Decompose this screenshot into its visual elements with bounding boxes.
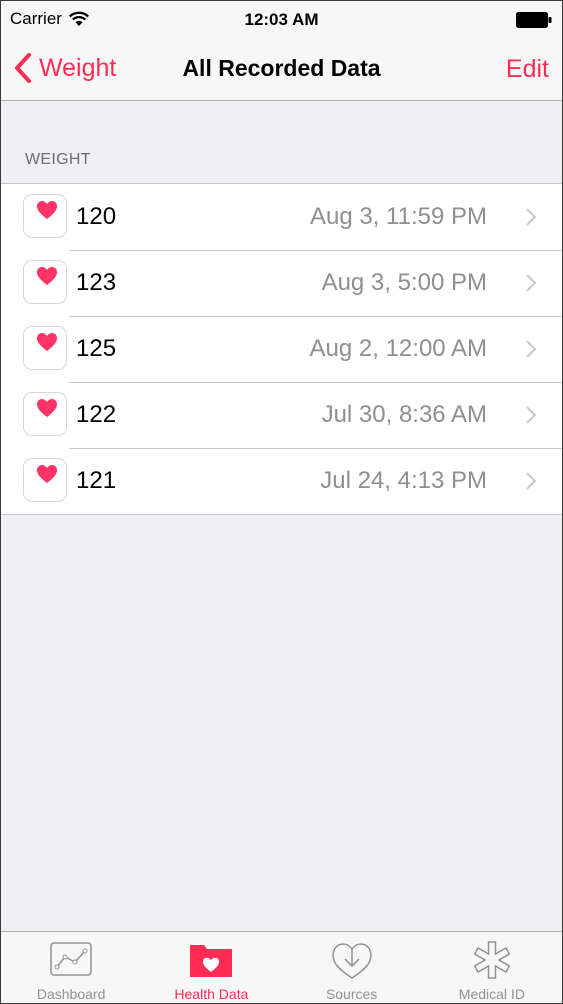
tab-label: Dashboard (36, 986, 106, 1002)
heart-app-icon (23, 194, 67, 238)
edit-button[interactable]: Edit (506, 55, 549, 84)
row-date: Jul 30, 8:36 AM (321, 401, 487, 428)
table-row[interactable]: 125 Aug 2, 12:00 AM (1, 316, 562, 382)
tab-bar: Dashboard Health Data Sources Medical ID (1, 931, 562, 1003)
tab-medical-id[interactable]: Medical ID (422, 932, 562, 1003)
chevron-right-icon (526, 208, 537, 226)
row-value: 121 (76, 467, 117, 494)
tab-dashboard[interactable]: Dashboard (1, 932, 141, 1003)
row-date: Aug 3, 11:59 PM (310, 203, 487, 230)
heart-app-icon (23, 392, 67, 436)
row-value: 120 (76, 203, 117, 230)
tab-label: Health Data (174, 986, 249, 1002)
row-date: Jul 24, 4:13 PM (320, 467, 487, 494)
table-row[interactable]: 120 Aug 3, 11:59 PM (1, 184, 562, 250)
page-title: All Recorded Data (182, 55, 381, 81)
row-value: 123 (76, 269, 117, 296)
carrier-label: Carrier (10, 9, 62, 28)
row-value: 122 (76, 401, 117, 428)
row-date: Aug 3, 5:00 PM (321, 269, 487, 296)
status-left: Carrier (10, 9, 90, 29)
screen: Carrier 12:03 AM Weight All Recorded Dat… (0, 0, 563, 1004)
table-row[interactable]: 121 Jul 24, 4:13 PM (1, 448, 562, 514)
row-value: 125 (76, 335, 117, 362)
health-data-folder-icon (190, 945, 233, 977)
chevron-right-icon (526, 406, 537, 424)
heart-app-icon (23, 260, 67, 304)
status-time: 12:03 AM (244, 10, 319, 29)
wifi-icon (69, 11, 89, 26)
row-date: Aug 2, 12:00 AM (309, 335, 487, 362)
status-bar: Carrier 12:03 AM (1, 1, 562, 39)
heart-app-icon (23, 326, 67, 370)
chevron-right-icon (526, 274, 537, 292)
tab-label: Sources (325, 986, 378, 1002)
table-row[interactable]: 122 Jul 30, 8:36 AM (1, 382, 562, 448)
navigation-bar: Weight All Recorded Data Edit (1, 39, 562, 101)
weight-records-list: 120 Aug 3, 11:59 PM 123 Aug 3, 5:00 PM 1… (1, 183, 562, 515)
tab-label: Medical ID (458, 986, 525, 1002)
chevron-right-icon (526, 472, 537, 490)
battery-icon (516, 12, 552, 28)
sources-download-icon (331, 943, 372, 979)
chevron-right-icon (526, 340, 537, 358)
table-row[interactable]: 123 Aug 3, 5:00 PM (1, 250, 562, 316)
tab-health-data[interactable]: Health Data (141, 932, 281, 1003)
tab-sources[interactable]: Sources (282, 932, 422, 1003)
heart-app-icon (23, 458, 67, 502)
dashboard-chart-icon (50, 942, 92, 976)
medical-id-asterisk-icon (473, 941, 511, 979)
section-header: WEIGHT (25, 151, 91, 168)
